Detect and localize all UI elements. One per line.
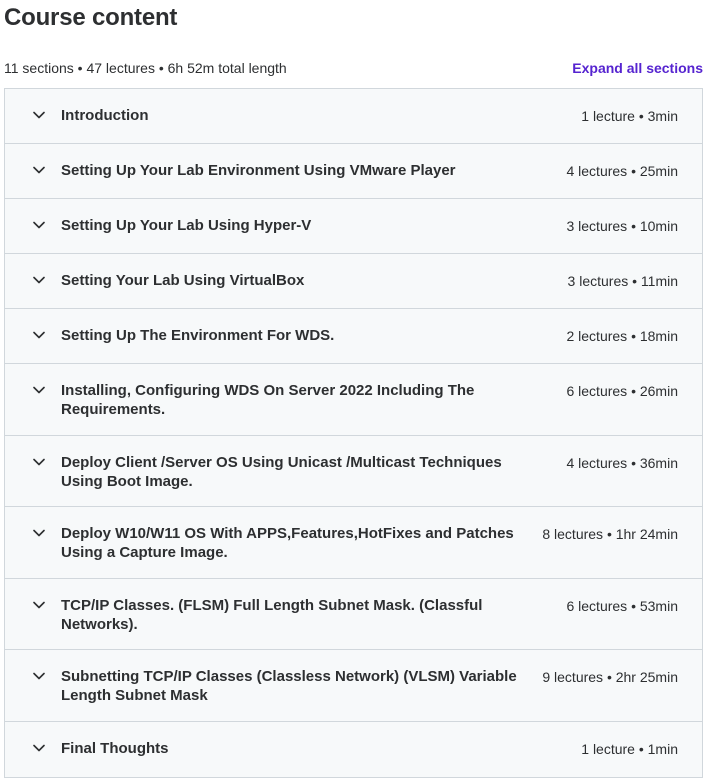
chevron-down-icon	[31, 525, 47, 541]
chevron-down-icon	[31, 454, 47, 470]
section-meta: 1 lecture • 3min	[581, 108, 678, 124]
section-meta: 2 lectures • 18min	[566, 328, 678, 344]
section-item[interactable]: Setting Your Lab Using VirtualBox 3 lect…	[5, 254, 702, 309]
section-title: Deploy Client /Server OS Using Unicast /…	[61, 453, 502, 490]
chevron-down-icon	[31, 382, 47, 398]
chevron-down-icon	[31, 217, 47, 233]
section-item[interactable]: Deploy W10/W11 OS With APPS,Features,Hot…	[5, 507, 702, 579]
course-summary-bar: 11 sections • 47 lectures • 6h 52m total…	[4, 58, 703, 78]
section-title: TCP/IP Classes. (FLSM) Full Length Subne…	[61, 596, 483, 633]
section-meta: 3 lectures • 11min	[567, 273, 678, 289]
chevron-down-icon	[31, 740, 47, 756]
page-title: Course content	[4, 4, 178, 31]
section-meta: 6 lectures • 26min	[566, 383, 678, 399]
section-item[interactable]: Installing, Configuring WDS On Server 20…	[5, 364, 702, 436]
section-item[interactable]: Introduction 1 lecture • 3min	[5, 89, 702, 144]
section-list: Introduction 1 lecture • 3min Setting Up…	[4, 88, 703, 778]
section-meta: 4 lectures • 36min	[566, 454, 678, 471]
section-item[interactable]: Setting Up Your Lab Environment Using VM…	[5, 144, 702, 199]
section-title: Subnetting TCP/IP Classes (Classless Net…	[61, 668, 517, 704]
section-title: Introduction	[61, 107, 149, 124]
section-title: Setting Your Lab Using VirtualBox	[61, 272, 305, 289]
section-title: Setting Up Your Lab Using Hyper-V	[61, 217, 312, 234]
section-title: Deploy W10/W11 OS With APPS,Features,Hot…	[61, 525, 514, 561]
chevron-down-icon	[31, 272, 47, 288]
course-summary-text: 11 sections • 47 lectures • 6h 52m total…	[4, 60, 287, 76]
section-meta: 6 lectures • 53min	[566, 597, 678, 614]
chevron-down-icon	[31, 668, 47, 684]
section-meta: 9 lectures • 2hr 25min	[542, 669, 678, 685]
section-meta: 8 lectures • 1hr 24min	[542, 526, 678, 542]
section-meta: 3 lectures • 10min	[566, 218, 678, 234]
section-meta: 1 lecture • 1min	[581, 740, 678, 757]
chevron-down-icon	[31, 162, 47, 178]
section-title: Setting Up Your Lab Environment Using VM…	[61, 162, 456, 179]
section-item[interactable]: Deploy Client /Server OS Using Unicast /…	[5, 435, 702, 507]
chevron-down-icon	[31, 597, 47, 613]
chevron-down-icon	[31, 327, 47, 343]
section-title: Final Thoughts	[61, 739, 169, 757]
expand-all-sections-button[interactable]: Expand all sections	[572, 60, 703, 76]
section-title: Installing, Configuring WDS On Server 20…	[61, 382, 475, 418]
section-item[interactable]: TCP/IP Classes. (FLSM) Full Length Subne…	[5, 578, 702, 650]
section-item[interactable]: Setting Up Your Lab Using Hyper-V 3 lect…	[5, 199, 702, 254]
section-title: Setting Up The Environment For WDS.	[61, 327, 335, 344]
section-meta: 4 lectures • 25min	[566, 163, 678, 179]
section-item[interactable]: Final Thoughts 1 lecture • 1min	[5, 721, 702, 777]
section-item[interactable]: Setting Up The Environment For WDS. 2 le…	[5, 309, 702, 364]
section-item[interactable]: Subnetting TCP/IP Classes (Classless Net…	[5, 650, 702, 722]
chevron-down-icon	[31, 107, 47, 123]
